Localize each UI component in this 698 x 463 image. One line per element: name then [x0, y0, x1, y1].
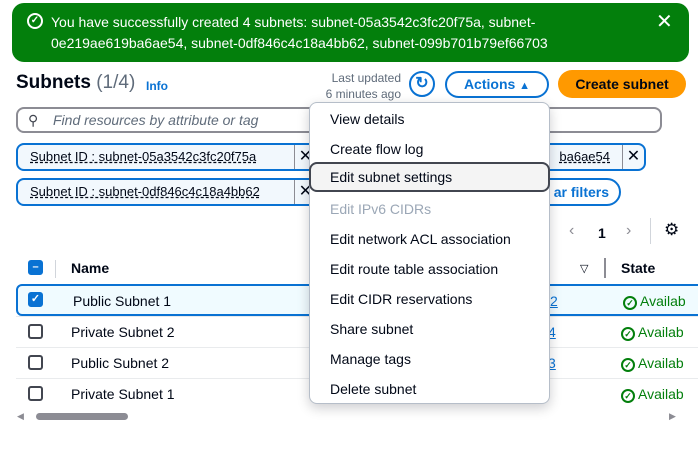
select-all-checkbox[interactable]: –	[28, 260, 43, 275]
available-check-icon: ✓	[621, 389, 635, 403]
subnet-name: Private Subnet 2	[71, 324, 175, 340]
menu-item-edit-subnet-settings[interactable]: Edit subnet settings	[309, 162, 550, 192]
filter-token: Subnet ID : subnet-0df846c4c18a4bb62 ✕	[16, 178, 318, 206]
menu-item-share-subnet[interactable]: Share subnet	[310, 314, 549, 344]
remove-filter-icon[interactable]: ✕	[622, 145, 644, 169]
state-text: Availab	[638, 386, 684, 402]
subnet-name: Public Subnet 2	[71, 355, 170, 371]
row-checkbox[interactable]	[28, 386, 43, 401]
state-text: Availab	[638, 324, 684, 340]
success-check-icon: ✓	[27, 13, 43, 29]
actions-menu: View details Create flow log Edit subnet…	[309, 102, 550, 404]
available-check-icon: ✓	[621, 358, 635, 372]
last-updated: Last updated 6 minutes ago	[318, 70, 401, 102]
flash-message: You have successfully created 4 subnets:…	[51, 14, 548, 51]
horizontal-scrollbar[interactable]	[36, 413, 128, 420]
state-cell: ✓ Availab	[621, 324, 684, 341]
create-subnet-button[interactable]: Create subnet	[558, 70, 686, 98]
column-header-name[interactable]: Name	[71, 260, 109, 276]
subnet-name: Private Subnet 1	[71, 386, 175, 402]
search-placeholder: Find resources by attribute or tag	[53, 112, 259, 128]
state-cell: ✓ Availab	[621, 386, 684, 403]
menu-item-delete-subnet[interactable]: Delete subnet	[310, 374, 549, 404]
next-page-icon[interactable]: ›	[626, 222, 631, 240]
gear-icon[interactable]: ⚙	[664, 220, 679, 240]
available-check-icon: ✓	[621, 327, 635, 341]
search-icon: ⚲	[28, 112, 39, 128]
menu-item-view-details[interactable]: View details	[310, 104, 549, 134]
menu-item-edit-network-acl[interactable]: Edit network ACL association	[310, 224, 549, 254]
subnet-link[interactable]: 2	[550, 293, 558, 309]
filter-token: Subnet ID : subnet-05a3542c3fc20f75a ✕	[16, 143, 318, 171]
row-checkbox[interactable]: ✓	[28, 292, 43, 307]
scroll-right-icon[interactable]: ▶	[669, 411, 676, 422]
sort-icon[interactable]: ▽	[580, 262, 588, 275]
refresh-icon: ↻	[415, 75, 429, 92]
column-header-state[interactable]: State	[621, 260, 655, 276]
divider	[650, 218, 651, 244]
success-flash: ✓ You have successfully created 4 subnet…	[12, 3, 689, 62]
row-checkbox[interactable]	[28, 324, 43, 339]
last-updated-time: 6 minutes ago	[325, 87, 401, 101]
title-text: Subnets	[16, 72, 91, 93]
page-number[interactable]: 1	[598, 225, 606, 241]
menu-item-edit-cidr-reservations[interactable]: Edit CIDR reservations	[310, 284, 549, 314]
refresh-button[interactable]: ↻	[409, 71, 435, 97]
filter-label: Subnet ID : subnet-05a3542c3fc20f75a	[30, 149, 257, 164]
filter-label: Subnet ID : subnet-0df846c4c18a4bb62	[30, 184, 260, 199]
menu-item-create-flow-log[interactable]: Create flow log	[310, 134, 549, 164]
actions-button[interactable]: Actions ▲	[445, 71, 549, 98]
menu-item-edit-ipv6-cidrs: Edit IPv6 CIDRs	[330, 201, 432, 217]
menu-item-edit-route-table[interactable]: Edit route table association	[310, 254, 549, 284]
prev-page-icon[interactable]: ‹	[569, 222, 574, 240]
filter-label: ba6ae54	[559, 149, 610, 164]
actions-label: Actions	[463, 76, 516, 92]
scroll-left-icon[interactable]: ◀	[17, 411, 24, 422]
last-updated-label: Last updated	[331, 71, 401, 85]
state-text: Availab	[640, 293, 686, 309]
info-link[interactable]: Info	[146, 79, 168, 93]
subnet-name: Public Subnet 1	[73, 293, 172, 309]
state-cell: ✓ Availab	[621, 355, 684, 372]
state-text: Availab	[638, 355, 684, 371]
selection-count: (1/4)	[96, 72, 136, 93]
column-resizer[interactable]	[604, 258, 606, 278]
row-checkbox[interactable]	[28, 355, 43, 370]
page-title: Subnets (1/4)	[16, 72, 135, 94]
caret-up-icon: ▲	[519, 80, 531, 92]
menu-item-manage-tags[interactable]: Manage tags	[310, 344, 549, 374]
state-cell: ✓ Availab	[623, 293, 686, 310]
divider	[55, 260, 56, 278]
available-check-icon: ✓	[623, 296, 637, 310]
close-icon[interactable]: ✕	[656, 9, 673, 34]
